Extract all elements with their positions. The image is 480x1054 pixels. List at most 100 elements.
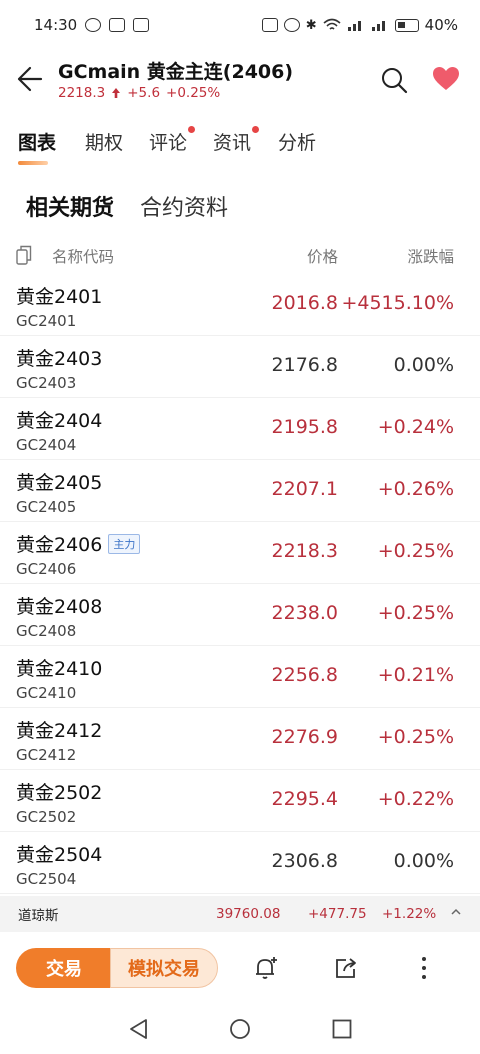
table-row[interactable]: 黄金2404 GC2404 2195.8 +0.24% <box>0 398 480 460</box>
chevron-up-icon[interactable] <box>450 906 462 918</box>
row-price: 2306.8 <box>271 850 338 872</box>
battery-level: 40% <box>424 16 458 34</box>
table-header: 名称代码 价格 涨跌幅 <box>0 240 480 272</box>
notification-dot <box>252 126 260 133</box>
notification-dot <box>188 126 196 133</box>
row-name: 黄金2502 <box>16 782 103 804</box>
nav-home-icon[interactable] <box>229 1018 251 1040</box>
row-name: 黄金2403 <box>16 348 103 370</box>
row-price: 2276.9 <box>271 726 338 748</box>
row-price: 2016.8 <box>271 292 338 314</box>
row-change: +0.25% <box>377 540 454 562</box>
row-price: 2176.8 <box>271 354 338 376</box>
row-change: +0.22% <box>377 788 454 810</box>
main-tabs: 图表 期权 评论 资讯 分析 <box>0 124 480 165</box>
status-bar: 14:30 ✱ 40% <box>0 0 480 50</box>
row-change: 0.00% <box>393 850 454 872</box>
simulated-trade-button[interactable]: 模拟交易 <box>110 948 218 988</box>
header-price-col: 价格 <box>306 248 338 266</box>
copy-icon[interactable] <box>16 245 32 265</box>
alarm-icon <box>283 18 300 32</box>
nfc-icon <box>261 18 278 32</box>
table-row[interactable]: 黄金2405 GC2405 2207.1 +0.26% <box>0 460 480 522</box>
header-name-code: 名称代码 <box>52 248 115 266</box>
more-options-icon[interactable] <box>410 954 438 982</box>
system-nav-bar <box>0 1004 480 1054</box>
row-name: 黄金2405 <box>16 472 103 494</box>
battery-icon <box>394 18 419 32</box>
favorite-heart-icon[interactable] <box>432 66 460 92</box>
header-change-pct: +0.25% <box>166 85 221 101</box>
row-price: 2218.3 <box>271 540 338 562</box>
row-price: 2207.1 <box>271 478 338 500</box>
row-change: +4515.10% <box>341 292 454 314</box>
page-title: GCmain 黄金主连(2406) <box>58 61 294 83</box>
table-row[interactable]: 黄金2412 GC2412 2276.9 +0.25% <box>0 708 480 770</box>
row-price: 2256.8 <box>271 664 338 686</box>
row-name: 黄金2412 <box>16 720 103 742</box>
shield-icon <box>133 18 150 32</box>
row-name: 黄金2504 <box>16 844 103 866</box>
row-code: GC2404 <box>16 436 77 454</box>
row-code: GC2410 <box>16 684 77 702</box>
tab-comments[interactable]: 评论 <box>149 124 196 159</box>
subtab-contract-info[interactable]: 合约资料 <box>140 190 228 222</box>
signal-icon-2 <box>371 21 385 31</box>
add-alert-bell-icon[interactable] <box>252 954 280 982</box>
tab-chart[interactable]: 图表 <box>18 124 56 165</box>
row-price: 2238.0 <box>271 602 338 624</box>
row-code: GC2408 <box>16 622 77 640</box>
ticker-change: +477.75 <box>308 906 367 922</box>
header-change-col: 涨跌幅 <box>407 248 454 266</box>
row-code: GC2504 <box>16 870 77 888</box>
table-row[interactable]: 黄金2410 GC2410 2256.8 +0.21% <box>0 646 480 708</box>
row-change: +0.21% <box>377 664 454 686</box>
share-icon[interactable] <box>332 954 360 982</box>
bottom-action-bar: 交易 模拟交易 <box>0 934 480 1000</box>
index-ticker[interactable]: 道琼斯 39760.08 +477.75 +1.22% <box>0 896 480 932</box>
row-code: GC2412 <box>16 746 77 764</box>
row-code: GC2406 <box>16 560 77 578</box>
bluetooth-icon: ✱ <box>305 17 317 33</box>
row-change: +0.25% <box>377 726 454 748</box>
ticker-pct: +1.22% <box>382 906 437 922</box>
nav-recents-icon[interactable] <box>331 1018 353 1040</box>
search-icon[interactable] <box>380 66 408 94</box>
row-name: 黄金2408 <box>16 596 103 618</box>
tab-options[interactable]: 期权 <box>85 124 123 159</box>
trade-button[interactable]: 交易 <box>16 948 112 988</box>
table-row[interactable]: 黄金2403 GC2403 2176.8 0.00% <box>0 336 480 398</box>
arrow-up-icon <box>112 88 121 98</box>
back-arrow-icon[interactable] <box>14 62 44 96</box>
table-row[interactable]: 黄金2408 GC2408 2238.0 +0.25% <box>0 584 480 646</box>
row-change: +0.25% <box>377 602 454 624</box>
signal-icon <box>347 21 361 31</box>
table-row[interactable]: 黄金2406 主力 GC2406 2218.3 +0.25% <box>0 522 480 584</box>
row-price: 2195.8 <box>271 416 338 438</box>
ticker-name: 道琼斯 <box>18 908 59 924</box>
nav-back-icon[interactable] <box>128 1018 150 1040</box>
row-name: 黄金2401 <box>16 286 103 308</box>
row-code: GC2405 <box>16 498 77 516</box>
row-price: 2295.4 <box>271 788 338 810</box>
header-change: +5.6 <box>127 85 161 101</box>
sub-tabs: 相关期货 合约资料 <box>26 190 228 222</box>
subtab-related-futures[interactable]: 相关期货 <box>26 190 114 222</box>
tab-news[interactable]: 资讯 <box>213 124 260 159</box>
eye-icon <box>85 18 102 32</box>
row-change: +0.26% <box>377 478 454 500</box>
table-row[interactable]: 黄金2401 GC2401 2016.8 +4515.10% <box>0 274 480 336</box>
row-code: GC2502 <box>16 808 77 826</box>
futures-list: 黄金2401 GC2401 2016.8 +4515.10% 黄金2403 GC… <box>0 274 480 894</box>
main-contract-badge: 主力 <box>108 533 141 554</box>
header-price: 2218.3 <box>58 85 106 101</box>
row-code: GC2403 <box>16 374 77 392</box>
table-row[interactable]: 黄金2502 GC2502 2295.4 +0.22% <box>0 770 480 832</box>
row-change: +0.24% <box>377 416 454 438</box>
table-row[interactable]: 黄金2504 GC2504 2306.8 0.00% <box>0 832 480 894</box>
tab-analysis[interactable]: 分析 <box>278 124 316 159</box>
wifi-icon <box>323 18 341 30</box>
upload-icon <box>109 18 126 32</box>
row-code: GC2401 <box>16 312 77 330</box>
ticker-value: 39760.08 <box>216 906 281 922</box>
